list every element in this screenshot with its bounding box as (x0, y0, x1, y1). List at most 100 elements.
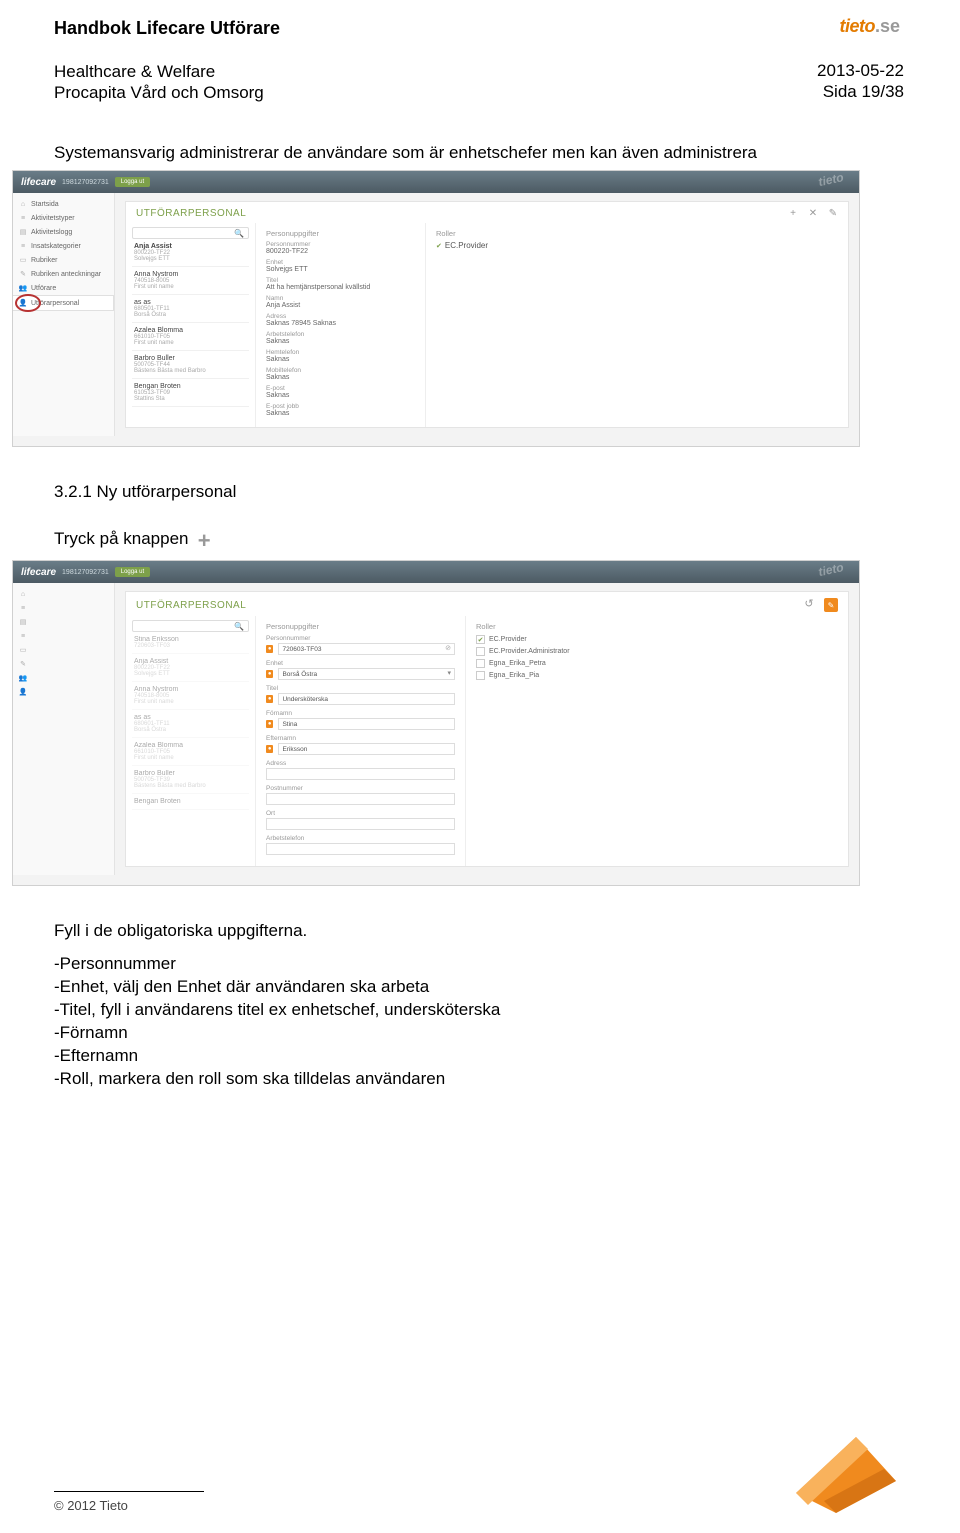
app-screenshot-1: lifecare 198127092731 Logga ut tieto ⌂St… (12, 170, 860, 447)
person-row[interactable]: Anna Nystrom740518-8005First unit name (132, 267, 249, 295)
person-row[interactable]: Barbro Buller500705-TF44Bästens Bästa me… (132, 351, 249, 379)
search-input[interactable]: 🔍 (132, 620, 249, 632)
panel-title: UTFÖRARPERSONAL (136, 600, 246, 611)
log-icon: ▤ (19, 228, 27, 236)
person-row[interactable]: as as680601-TF11Borså Östra (132, 710, 249, 738)
person-row[interactable]: Azalea Blomma661010-TF05First unit name (132, 323, 249, 351)
sidebar-item[interactable]: ▭ (13, 643, 114, 657)
person-row[interactable]: Anna Nystrom740518-8005First unit name (132, 682, 249, 710)
role-checkbox[interactable]: EC.Provider.Administrator (476, 647, 838, 656)
log-icon: ▤ (19, 618, 27, 626)
undo-icon[interactable]: ↺ (804, 598, 814, 608)
sidebar-item-rubriker[interactable]: ▭Rubriker (13, 253, 114, 267)
checkbox-icon: ✔ (476, 635, 485, 644)
person-row[interactable]: as as680501-TF11Borså Östra (132, 295, 249, 323)
checkbox-icon (476, 671, 485, 680)
sidebar-item[interactable]: ≡ (13, 629, 114, 643)
adress-field[interactable] (266, 768, 455, 780)
role-checkbox[interactable]: ✔EC.Provider (476, 635, 838, 644)
sidebar-item-insatskategorier[interactable]: ≡Insatskategorier (13, 239, 114, 253)
group-icon: 👥 (19, 284, 27, 292)
session-code: 198127092731 (62, 569, 109, 576)
fyll-text: Fyll i de obligatoriska uppgifterna. (54, 920, 906, 943)
checkbox-icon (476, 659, 485, 668)
sidebar-item-rubriken-anteckn[interactable]: ✎Rubriken anteckningar (13, 267, 114, 281)
sidebar-item[interactable]: ▤ (13, 615, 114, 629)
sidebar-item-utforarpersonal[interactable]: 👤Utförarpersonal (13, 295, 114, 311)
sidebar: ⌂ ≡ ▤ ≡ ▭ ✎ 👥 👤 (13, 583, 115, 875)
list-item: -Titel, fyll i användarens titel ex enhe… (54, 999, 906, 1022)
roles-display: Roller ✔EC.Provider (426, 223, 848, 427)
list-item: -Personnummer (54, 953, 906, 976)
check-icon: ✔ (436, 243, 442, 250)
panel-title: UTFÖRARPERSONAL (136, 208, 246, 219)
sidebar-item[interactable]: ✎ (13, 657, 114, 671)
edit-form: Personuppgifter Personnummer●720603-TF03… (256, 616, 466, 866)
titel-field[interactable]: Undersköterska (278, 693, 455, 705)
list-item: -Efternamn (54, 1045, 906, 1068)
list-icon: ≡ (19, 242, 27, 250)
doc-division: Healthcare & Welfare (54, 61, 906, 82)
role-checkbox[interactable]: Egna_Erika_Pia (476, 671, 838, 680)
session-code: 198127092731 (62, 179, 109, 186)
person-row[interactable]: Bengan Broten (132, 794, 249, 810)
role-checkbox[interactable]: Egna_Erika_Petra (476, 659, 838, 668)
required-icon: ● (266, 745, 273, 753)
sidebar-item[interactable]: ≡ (13, 601, 114, 615)
efternamn-field[interactable]: Eriksson (278, 743, 455, 755)
required-icon: ● (266, 670, 273, 678)
home-icon: ⌂ (19, 200, 27, 208)
person-details: Personuppgifter Personnummer800220-TF22 … (256, 223, 426, 427)
sidebar: ⌂Startsida ≡Aktivitetstyper ▤Aktivitetsl… (13, 193, 115, 436)
sidebar-item[interactable]: 👤 (13, 685, 114, 699)
person-row[interactable]: Anja Assist800220-TF22Solvejgs ETT (132, 654, 249, 682)
save-button[interactable]: ✎ (824, 598, 838, 612)
sidebar-item-aktivitetstyper[interactable]: ≡Aktivitetstyper (13, 211, 114, 225)
checkbox-icon (476, 647, 485, 656)
ort-field[interactable] (266, 818, 455, 830)
app-logo: lifecare (21, 177, 56, 188)
user-icon: 👤 (19, 299, 27, 307)
arbetstelefon-field[interactable] (266, 843, 455, 855)
enhet-select[interactable]: Borså Östra (278, 668, 455, 680)
copyright: © 2012 Tieto (54, 1498, 204, 1513)
intro-text: Systemansvarig administrerar de användar… (54, 142, 906, 165)
add-icon[interactable]: + (788, 209, 798, 219)
personnummer-field[interactable]: 720603-TF03 (278, 643, 455, 655)
fornamn-field[interactable]: Stina (278, 718, 455, 730)
person-row[interactable]: Bengan Broten610513-TF09Stattins Sta (132, 379, 249, 407)
home-icon: ⌂ (19, 590, 27, 598)
doc-icon: ▭ (19, 256, 27, 264)
required-icon: ● (266, 645, 273, 653)
logout-button[interactable]: Logga ut (115, 567, 150, 577)
sidebar-item[interactable]: 👥 (13, 671, 114, 685)
sidebar-item-utforare[interactable]: 👥Utförare (13, 281, 114, 295)
person-row[interactable]: Stina Eriksson720603-TF03 (132, 632, 249, 654)
required-icon: ● (266, 695, 273, 703)
doc-icon: ▭ (19, 646, 27, 654)
postnummer-field[interactable] (266, 793, 455, 805)
doc-date: 2013-05-22 (817, 60, 904, 81)
section-321: 3.2.1 Ny utförarpersonal (54, 481, 906, 504)
doc-product: Procapita Vård och Omsorg (54, 82, 906, 103)
requirements-list: -Personnummer -Enhet, välj den Enhet där… (0, 953, 960, 1091)
logout-button[interactable]: Logga ut (115, 177, 150, 187)
sidebar-item-startsida[interactable]: ⌂Startsida (13, 197, 114, 211)
group-icon: 👥 (19, 674, 27, 682)
list-item: -Förnamn (54, 1022, 906, 1045)
roles-edit: Roller ✔EC.Provider EC.Provider.Administ… (466, 616, 848, 866)
person-list: 🔍 Anja Assist800220-TF22Solvejgs ETT Ann… (126, 223, 256, 427)
person-row[interactable]: Barbro Buller500705-TF39Bästens Bästa me… (132, 766, 249, 794)
app-logo: lifecare (21, 567, 56, 578)
sidebar-item-aktivitetslogg[interactable]: ▤Aktivitetslogg (13, 225, 114, 239)
person-row[interactable]: Azalea Blomma661010-TF05First unit name (132, 738, 249, 766)
person-list: 🔍 Stina Eriksson720603-TF03 Anja Assist8… (126, 616, 256, 866)
footer-rule (54, 1491, 204, 1492)
edit-icon[interactable]: ✎ (828, 209, 838, 219)
sidebar-item[interactable]: ⌂ (13, 587, 114, 601)
list-item: -Roll, markera den roll som ska tilldela… (54, 1068, 906, 1091)
delete-icon[interactable]: ✕ (808, 209, 818, 219)
list-icon: ≡ (19, 604, 27, 612)
person-row[interactable]: Anja Assist800220-TF22Solvejgs ETT (132, 239, 249, 267)
search-input[interactable]: 🔍 (132, 227, 249, 239)
